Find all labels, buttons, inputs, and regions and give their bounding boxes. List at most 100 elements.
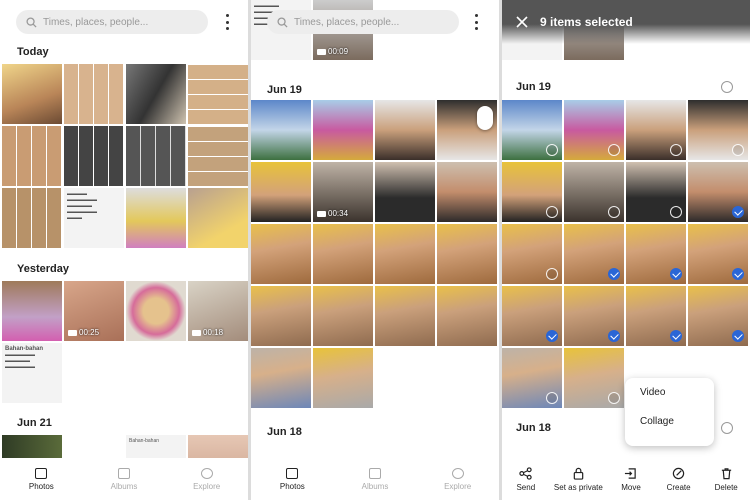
create-button[interactable]: Create <box>656 467 702 492</box>
photo-thumb[interactable] <box>564 100 624 160</box>
search-bar[interactable]: Times, places, people... <box>16 10 208 34</box>
photo-thumb[interactable] <box>564 348 624 408</box>
set-private-button[interactable]: Set as private <box>550 467 606 492</box>
select-checkbox[interactable] <box>670 144 682 156</box>
collage-thumb[interactable] <box>64 64 124 124</box>
select-checkbox-checked[interactable] <box>732 206 744 218</box>
photo-thumb[interactable] <box>437 286 497 346</box>
photo-thumb[interactable] <box>688 100 748 160</box>
video-thumb[interactable]: 00:34 <box>313 162 373 222</box>
trash-icon <box>721 467 731 479</box>
collage-thumb[interactable] <box>126 126 186 186</box>
photo-thumb[interactable] <box>126 281 186 341</box>
select-checkbox-checked[interactable] <box>608 268 620 280</box>
select-checkbox[interactable] <box>670 206 682 218</box>
collage-thumb[interactable] <box>188 126 248 186</box>
select-checkbox[interactable] <box>732 144 744 156</box>
select-checkbox-checked[interactable] <box>732 330 744 342</box>
photo-thumb[interactable] <box>2 64 62 124</box>
select-checkbox[interactable] <box>546 144 558 156</box>
menu-item-video[interactable]: Video <box>625 378 714 407</box>
photo-thumb[interactable] <box>688 286 748 346</box>
photo-thumb[interactable] <box>126 188 186 248</box>
photo-thumb[interactable] <box>313 100 373 160</box>
search-bar[interactable]: Times, places, people... <box>267 10 459 34</box>
select-checkbox[interactable] <box>608 206 620 218</box>
share-icon <box>519 466 532 480</box>
more-options-icon[interactable] <box>224 14 230 30</box>
select-checkbox[interactable] <box>546 392 558 404</box>
select-checkbox-checked[interactable] <box>670 268 682 280</box>
photo-thumb[interactable] <box>251 286 311 346</box>
more-options-icon[interactable] <box>473 14 479 30</box>
collage-thumb[interactable] <box>2 188 62 248</box>
photo-thumb[interactable] <box>688 162 748 222</box>
photo-thumb[interactable] <box>564 224 624 284</box>
photo-thumb[interactable] <box>502 162 562 222</box>
photo-thumb[interactable] <box>502 100 562 160</box>
photos-icon <box>286 467 299 479</box>
nav-explore[interactable]: Explore <box>177 467 237 491</box>
photo-thumb[interactable] <box>437 100 497 160</box>
select-checkbox[interactable] <box>608 144 620 156</box>
video-thumb[interactable]: 00:25 <box>64 281 124 341</box>
document-thumb[interactable]: ▬▬▬▬ ▬▬▬▬▬▬ ▬▬▬▬▬ ▬▬▬▬▬▬ ▬▬▬ <box>64 188 124 248</box>
scroll-handle[interactable] <box>477 106 493 130</box>
photo-thumb[interactable] <box>313 348 373 408</box>
nav-photos[interactable]: Photos <box>11 467 71 491</box>
move-button[interactable]: Move <box>608 467 654 492</box>
photo-thumb[interactable] <box>2 281 62 341</box>
nav-albums[interactable]: Albums <box>94 467 154 491</box>
photo-thumb[interactable] <box>375 100 435 160</box>
collage-thumb[interactable] <box>188 64 248 124</box>
select-all-day-checkbox[interactable] <box>721 81 733 93</box>
video-icon <box>317 210 326 217</box>
select-checkbox[interactable] <box>546 206 558 218</box>
photo-thumb[interactable] <box>313 286 373 346</box>
select-all-day-checkbox[interactable] <box>721 422 733 434</box>
photo-thumb[interactable] <box>626 286 686 346</box>
photo-thumb[interactable] <box>437 162 497 222</box>
close-icon[interactable] <box>516 16 528 28</box>
photo-thumb[interactable] <box>502 286 562 346</box>
select-checkbox-checked[interactable] <box>546 330 558 342</box>
photo-thumb[interactable] <box>251 162 311 222</box>
photo-thumb[interactable] <box>251 100 311 160</box>
set-private-label: Set as private <box>553 482 603 492</box>
photo-thumb[interactable] <box>375 224 435 284</box>
photo-thumb[interactable] <box>626 162 686 222</box>
photo-thumb[interactable] <box>375 162 435 222</box>
photo-thumb[interactable] <box>313 224 373 284</box>
panel-photos-today: Times, places, people... Today ▬▬▬▬ ▬▬▬▬▬… <box>0 0 248 500</box>
photo-grid-jun19-select <box>502 100 748 408</box>
photo-thumb[interactable] <box>626 100 686 160</box>
document-thumb[interactable]: Bahan-bahan ▬▬▬▬▬▬ ▬▬▬▬▬ ▬▬▬▬▬▬ <box>2 343 62 403</box>
video-thumb[interactable] <box>564 162 624 222</box>
photo-thumb[interactable] <box>126 64 186 124</box>
select-checkbox[interactable] <box>546 268 558 280</box>
nav-albums[interactable]: Albums <box>345 467 405 491</box>
photo-thumb[interactable] <box>188 188 248 248</box>
nav-photos[interactable]: Photos <box>262 467 322 491</box>
photo-thumb[interactable] <box>502 224 562 284</box>
select-checkbox-checked[interactable] <box>608 330 620 342</box>
send-button[interactable]: Send <box>503 466 549 492</box>
albums-icon <box>368 467 381 479</box>
photo-thumb[interactable] <box>251 224 311 284</box>
collage-thumb[interactable] <box>2 126 62 186</box>
photo-thumb[interactable] <box>688 224 748 284</box>
photo-thumb[interactable] <box>564 286 624 346</box>
select-checkbox[interactable] <box>608 392 620 404</box>
select-checkbox-checked[interactable] <box>732 268 744 280</box>
photo-thumb[interactable] <box>626 224 686 284</box>
photo-thumb[interactable] <box>437 224 497 284</box>
delete-button[interactable]: Delete <box>703 467 749 492</box>
select-checkbox-checked[interactable] <box>670 330 682 342</box>
photo-thumb[interactable] <box>251 348 311 408</box>
video-thumb[interactable]: 00:18 <box>188 281 248 341</box>
photo-thumb[interactable] <box>375 286 435 346</box>
menu-item-collage[interactable]: Collage <box>625 407 714 436</box>
collage-thumb[interactable] <box>64 126 124 186</box>
photo-thumb[interactable] <box>502 348 562 408</box>
nav-explore[interactable]: Explore <box>428 467 488 491</box>
